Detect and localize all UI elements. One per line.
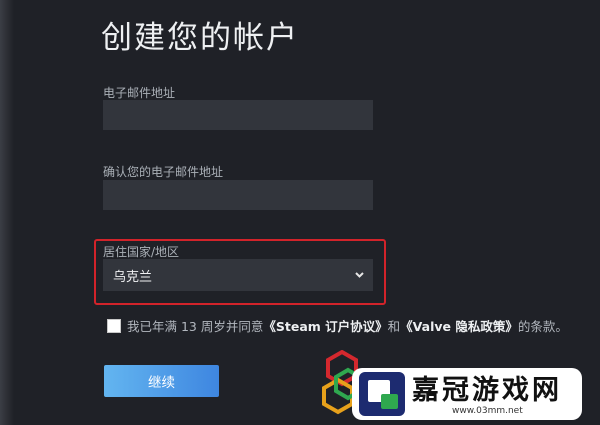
- watermark-brand: 嘉冠游戏网: [412, 375, 562, 406]
- agreement-and: 和: [387, 319, 401, 334]
- country-selected-value: 乌克兰: [113, 269, 153, 285]
- confirm-email-label: 确认您的电子邮件地址: [103, 165, 224, 179]
- continue-button[interactable]: 继续: [104, 365, 219, 397]
- agreement-suffix: 的条款。: [517, 319, 568, 334]
- ssa-link[interactable]: 《Steam 订户协议》: [263, 316, 387, 335]
- email-label: 电子邮件地址: [103, 86, 176, 100]
- agreement-row: 我已年满 13 周岁并同意 《Steam 订户协议》 和 《Valve 隐私政策…: [107, 316, 568, 335]
- chevron-down-icon: [355, 272, 364, 278]
- page-title: 创建您的帐户: [101, 20, 299, 56]
- watermark-logo-icon: [359, 372, 405, 416]
- watermark-url: www.03mm.net: [452, 406, 523, 416]
- country-select[interactable]: 乌克兰: [103, 259, 373, 291]
- privacy-policy-link[interactable]: 《Valve 隐私政策》: [400, 316, 518, 335]
- agreement-prefix: 我已年满 13 周岁并同意: [127, 319, 264, 334]
- confirm-email-field[interactable]: [103, 180, 373, 210]
- country-label: 居住国家/地区: [103, 245, 180, 259]
- window-edge: [0, 0, 14, 425]
- email-field[interactable]: [103, 100, 373, 130]
- agree-checkbox[interactable]: [107, 318, 121, 333]
